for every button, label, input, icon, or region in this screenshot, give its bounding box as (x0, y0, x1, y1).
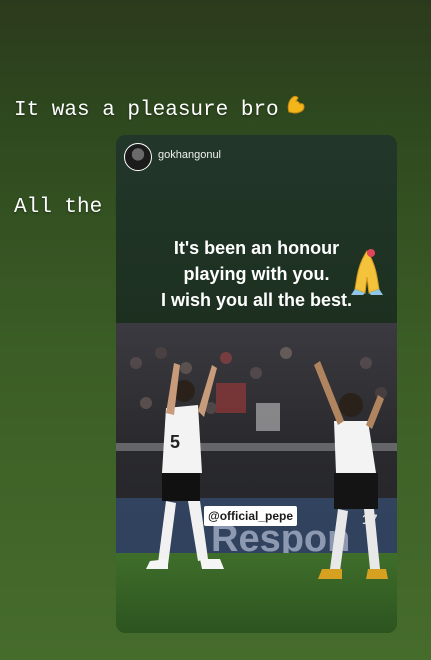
flexed-biceps-icon (283, 92, 307, 127)
caption-line-1: It was a pleasure bro (14, 92, 424, 127)
praying-hands-icon (351, 249, 383, 295)
football-celebration-photo: Respon 5 17 (116, 323, 397, 633)
story-header-area: gokhangonul It's been an honour playing … (116, 135, 397, 323)
avatar[interactable] (124, 143, 152, 171)
caption-text-1: It was a pleasure bro (14, 99, 279, 123)
story-username[interactable]: gokhangonul (158, 149, 221, 161)
jersey-number-left: 5 (170, 432, 180, 452)
shared-story-card[interactable]: gokhangonul It's been an honour playing … (116, 135, 397, 633)
mention-tag[interactable]: @official_pepe (204, 506, 298, 526)
